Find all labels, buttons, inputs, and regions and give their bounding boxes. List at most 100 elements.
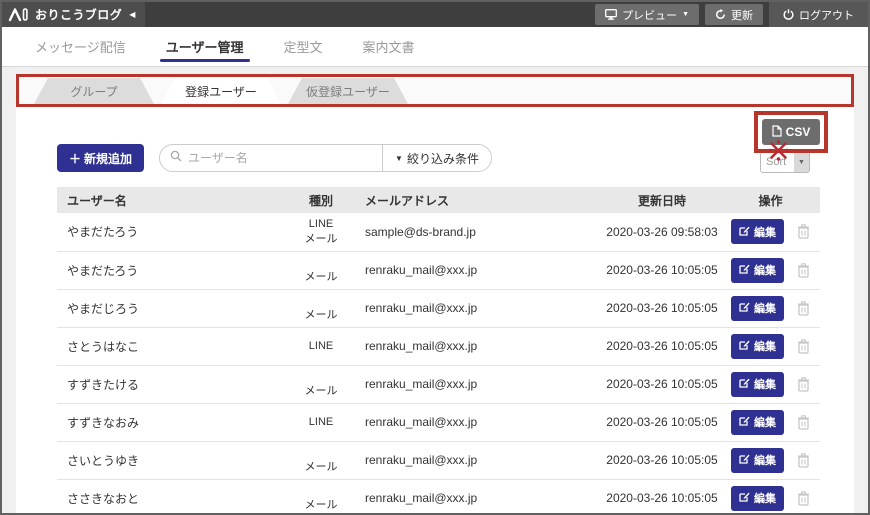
cell-updated: 2020-03-26 10:05:05 bbox=[603, 403, 721, 442]
col-actions: 操作 bbox=[721, 187, 820, 213]
cell-email: renraku_mail@xxx.jp bbox=[355, 479, 603, 513]
cell-username: さいとうゆき bbox=[57, 441, 287, 480]
delete-trash-icon[interactable] bbox=[797, 338, 810, 354]
cell-type: LINE bbox=[287, 327, 355, 366]
cell-username: すずきなおみ bbox=[57, 403, 287, 442]
sub-tab-2[interactable]: 仮登録ユーザー bbox=[288, 78, 408, 104]
cell-type: メール bbox=[287, 251, 355, 290]
cell-email: renraku_mail@xxx.jp bbox=[355, 403, 603, 442]
cell-actions: 編集 bbox=[721, 403, 820, 442]
cell-updated: 2020-03-26 10:05:05 bbox=[603, 479, 721, 513]
cell-type: LINE bbox=[287, 403, 355, 442]
col-email: メールアドレス bbox=[355, 187, 603, 213]
brand-logo-icon bbox=[8, 7, 30, 22]
search-group: ▼ 絞り込み条件 bbox=[159, 144, 492, 172]
nav-item-3[interactable]: 案内文書 bbox=[357, 27, 421, 66]
edit-button[interactable]: 編集 bbox=[731, 219, 784, 245]
edit-button[interactable]: 編集 bbox=[731, 485, 784, 511]
cell-type: メール bbox=[287, 479, 355, 513]
edit-pencil-icon bbox=[739, 415, 750, 429]
edit-button[interactable]: 編集 bbox=[731, 257, 784, 283]
user-table: ユーザー名 種別 メールアドレス 更新日時 操作 やまだたろう LINE メール sa… bbox=[57, 187, 820, 513]
content-panel: CSV Sort ▼ ＋ 新規追加 ユーザー名 ▼ 絞り込み条件 ユーザー名 種… bbox=[16, 107, 854, 513]
app-logo[interactable]: おりこうブログ ◀ bbox=[2, 2, 146, 27]
cell-email: renraku_mail@xxx.jp bbox=[355, 251, 603, 290]
cell-email: renraku_mail@xxx.jp bbox=[355, 441, 603, 480]
cell-username: すずきたける bbox=[57, 365, 287, 404]
edit-button[interactable]: 編集 bbox=[731, 295, 784, 321]
cell-username: やまだじろう bbox=[57, 289, 287, 328]
cell-actions: 編集 bbox=[721, 441, 820, 480]
cell-actions: 編集 bbox=[721, 365, 820, 404]
logout-button[interactable]: ログアウト bbox=[769, 2, 868, 27]
sub-tab-strip-highlight: グループ 登録ユーザー 仮登録ユーザー bbox=[16, 74, 854, 107]
cell-username: やまだたろう bbox=[57, 251, 287, 290]
table-row: やまだたろう メール renraku_mail@xxx.jp 2020-03-26 … bbox=[57, 251, 820, 290]
collapse-triangle-icon[interactable]: ◀ bbox=[129, 10, 135, 19]
sub-tab-1[interactable]: 登録ユーザー bbox=[161, 78, 281, 104]
cell-updated: 2020-03-26 10:05:05 bbox=[603, 327, 721, 366]
cell-type: メール bbox=[287, 441, 355, 480]
list-toolbar: ＋ 新規追加 ▼ 絞り込み条件 bbox=[57, 107, 816, 172]
search-icon bbox=[170, 149, 182, 167]
file-icon bbox=[772, 124, 782, 140]
monitor-icon bbox=[605, 9, 618, 20]
table-row: やまだじろう メール renraku_mail@xxx.jp 2020-03-26 … bbox=[57, 289, 820, 328]
cell-actions: 編集 bbox=[721, 251, 820, 290]
table-row: すずきなおみ LINE renraku_mail@xxx.jp 2020-03-26 … bbox=[57, 403, 820, 442]
nav-item-2[interactable]: 定型文 bbox=[278, 27, 329, 66]
table-row: ささきなおと メール renraku_mail@xxx.jp 2020-03-26 … bbox=[57, 479, 820, 513]
edit-button[interactable]: 編集 bbox=[731, 371, 784, 397]
chevron-down-icon: ▼ bbox=[682, 11, 689, 18]
edit-button[interactable]: 編集 bbox=[731, 409, 784, 435]
main-nav: メッセージ配信 ユーザー管理 定型文 案内文書 bbox=[2, 27, 868, 67]
app-title: おりこうブログ bbox=[35, 8, 123, 22]
edit-pencil-icon bbox=[739, 263, 750, 277]
nav-item-1[interactable]: ユーザー管理 bbox=[159, 27, 250, 66]
edit-pencil-icon bbox=[739, 491, 750, 505]
chevron-down-icon: ▼ bbox=[794, 152, 809, 172]
edit-pencil-icon bbox=[739, 453, 750, 467]
col-updated: 更新日時 bbox=[603, 187, 721, 213]
table-row: さとうはなこ LINE renraku_mail@xxx.jp 2020-03-26 … bbox=[57, 327, 820, 366]
delete-trash-icon[interactable] bbox=[797, 414, 810, 430]
delete-trash-icon[interactable] bbox=[797, 452, 810, 468]
reference-mark-icon bbox=[767, 139, 790, 167]
filter-conditions-button[interactable]: ▼ 絞り込み条件 bbox=[382, 145, 491, 171]
edit-pencil-icon bbox=[739, 339, 750, 353]
delete-trash-icon[interactable] bbox=[797, 224, 810, 239]
col-username: ユーザー名 bbox=[57, 187, 287, 213]
cell-type: LINE メール bbox=[287, 213, 355, 252]
sub-tab-0[interactable]: グループ bbox=[34, 78, 154, 104]
delete-trash-icon[interactable] bbox=[797, 490, 810, 506]
delete-trash-icon[interactable] bbox=[797, 376, 810, 392]
table-header: ユーザー名 種別 メールアドレス 更新日時 操作 bbox=[57, 187, 820, 213]
username-search-input[interactable] bbox=[188, 151, 383, 165]
cell-username: やまだたろう bbox=[57, 213, 287, 252]
cell-actions: 編集 bbox=[721, 213, 820, 252]
top-bar: おりこうブログ ◀ プレビュー ▼ 更新 ログアウト bbox=[2, 2, 868, 27]
edit-pencil-icon bbox=[739, 301, 750, 315]
edit-button[interactable]: 編集 bbox=[731, 333, 784, 359]
add-user-button[interactable]: ＋ 新規追加 bbox=[57, 144, 145, 172]
power-icon bbox=[783, 9, 794, 20]
cell-type: メール bbox=[287, 289, 355, 328]
preview-button[interactable]: プレビュー ▼ bbox=[595, 4, 699, 25]
edit-pencil-icon bbox=[739, 377, 750, 391]
cell-email: renraku_mail@xxx.jp bbox=[355, 365, 603, 404]
delete-trash-icon[interactable] bbox=[797, 300, 810, 316]
cell-email: sample@ds-brand.jp bbox=[355, 213, 603, 252]
table-row: やまだたろう LINE メール sample@ds-brand.jp 2020-03-2… bbox=[57, 213, 820, 252]
nav-item-0[interactable]: メッセージ配信 bbox=[29, 27, 132, 66]
cell-username: さとうはなこ bbox=[57, 327, 287, 366]
chevron-down-icon: ▼ bbox=[395, 153, 403, 163]
cell-email: renraku_mail@xxx.jp bbox=[355, 289, 603, 328]
edit-button[interactable]: 編集 bbox=[731, 447, 784, 473]
refresh-button[interactable]: 更新 bbox=[705, 4, 763, 25]
edit-pencil-icon bbox=[739, 225, 750, 239]
table-row: すずきたける メール renraku_mail@xxx.jp 2020-03-26 … bbox=[57, 365, 820, 404]
delete-trash-icon[interactable] bbox=[797, 262, 810, 278]
col-type: 種別 bbox=[287, 187, 355, 213]
plus-icon: ＋ bbox=[69, 151, 82, 166]
cell-updated: 2020-03-26 10:05:05 bbox=[603, 289, 721, 328]
